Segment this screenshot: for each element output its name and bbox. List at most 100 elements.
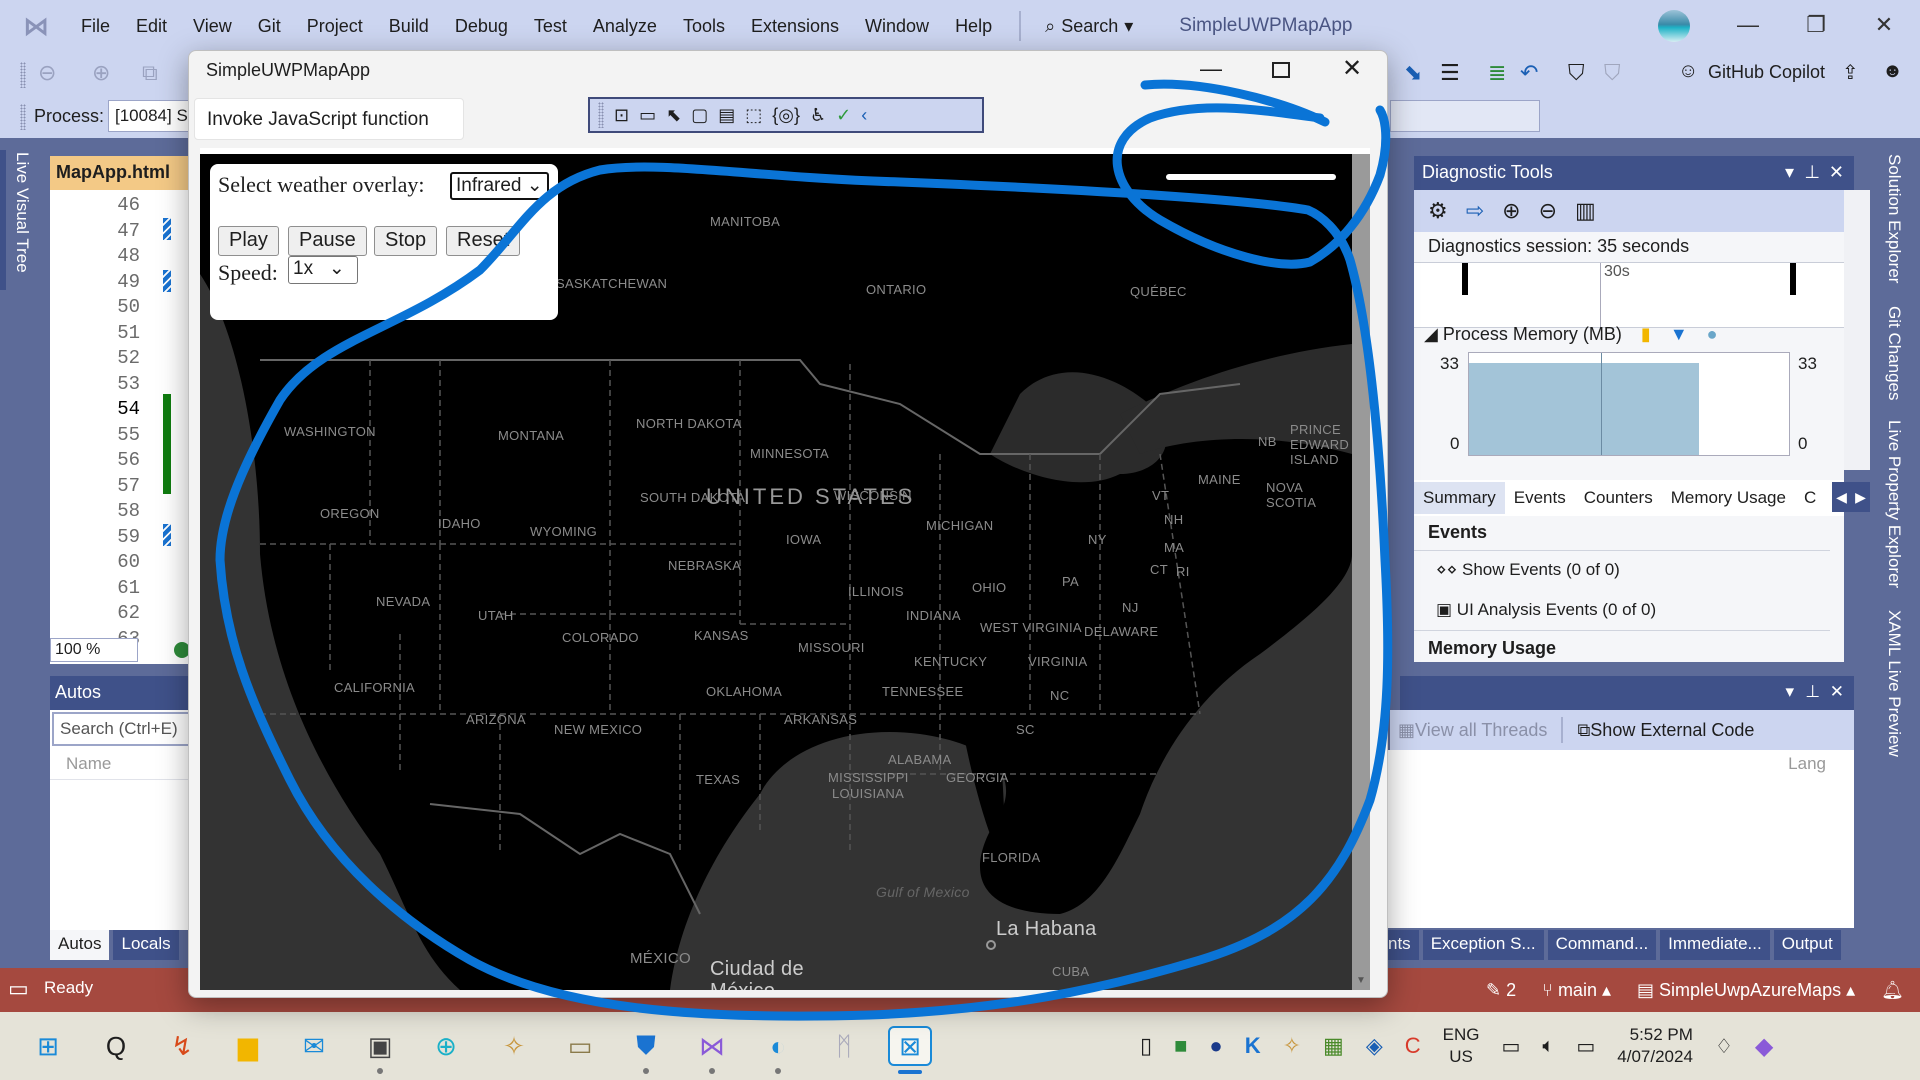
no-issues-check-icon[interactable]: ✓ — [836, 105, 851, 126]
display-adorners-icon[interactable]: ▢ — [691, 105, 708, 126]
ccleaner-icon[interactable]: C — [1405, 1033, 1421, 1059]
dropdown-icon[interactable]: ▾ — [1785, 682, 1794, 702]
volume-icon[interactable]: 🔈︎ — [1542, 1035, 1554, 1058]
git-changes-tab[interactable]: Git Changes — [1884, 306, 1904, 401]
stop-button[interactable]: Stop — [374, 226, 438, 256]
navigate-forward-icon[interactable]: ⊕ — [92, 60, 110, 86]
toolbar-grip[interactable] — [598, 102, 604, 128]
media-app-icon[interactable]: ● — [1209, 1033, 1222, 1059]
app-icon[interactable]: ↯ — [162, 1026, 202, 1066]
magnifier-app-icon[interactable]: ⊕ — [426, 1026, 466, 1066]
autos-search-input[interactable]: Search (Ctrl+E) — [52, 712, 190, 746]
menu-extensions[interactable]: Extensions — [738, 0, 852, 52]
editor-zoom-dropdown[interactable]: 100 % — [50, 638, 138, 662]
notification-snooze-icon[interactable]: ♢ — [1715, 1034, 1733, 1059]
menu-test[interactable]: Test — [521, 0, 580, 52]
column-header-name[interactable]: Name — [50, 750, 190, 780]
tab-summary[interactable]: Summary — [1414, 482, 1505, 514]
select-element-icon[interactable]: ⬉ — [666, 105, 681, 126]
ui-analysis-events-link[interactable]: ▣ UI Analysis Events (0 of 0) — [1436, 600, 1656, 620]
track-focus-icon[interactable]: ▤ — [718, 105, 735, 126]
visual-studio-logo-icon[interactable]: ⋈ — [18, 11, 54, 41]
dropdown-icon[interactable]: ▾ — [1785, 162, 1794, 183]
pause-button[interactable]: Pause — [288, 226, 367, 256]
diagnostic-scrollbar[interactable] — [1844, 190, 1870, 470]
network-tool-icon[interactable]: ◈ — [1366, 1033, 1383, 1059]
collapse-icon[interactable]: ◢ — [1424, 324, 1438, 344]
prev-bookmark-icon[interactable]: ⛉ — [1604, 60, 1621, 86]
tab-autos[interactable]: Autos — [50, 930, 110, 960]
indent-icon[interactable]: ≣ — [1488, 60, 1506, 86]
app-close-button[interactable]: ✕ — [1342, 54, 1362, 83]
show-threads-icon[interactable]: ☰ — [1440, 60, 1460, 86]
export-icon[interactable]: ⇨ — [1466, 198, 1484, 224]
live-visual-tree-tab[interactable]: Live Visual Tree — [12, 152, 32, 273]
toolbar-grip[interactable] — [20, 104, 26, 130]
tab-scroll-left-icon[interactable]: ◀ — [1836, 489, 1847, 506]
pin-icon[interactable]: ⊥ — [1805, 682, 1820, 702]
cleaner-tray-icon[interactable]: ✧ — [1283, 1033, 1301, 1059]
search-icon[interactable]: Q — [96, 1026, 136, 1066]
input-language[interactable]: ENG US — [1443, 1024, 1480, 1068]
github-copilot-button[interactable]: GitHub Copilot — [1708, 62, 1825, 83]
close-icon[interactable]: ✕ — [1829, 162, 1844, 183]
breakpoint-marker[interactable] — [163, 270, 171, 292]
column-header-lang[interactable]: Lang — [1788, 754, 1826, 774]
edge-browser-icon[interactable]: ◐ — [758, 1026, 798, 1066]
show-external-code-button[interactable]: Show External Code — [1590, 720, 1754, 741]
tab-scroll-buttons[interactable]: ◀ ▶ — [1832, 482, 1870, 512]
pending-edits[interactable]: ✎ 2 — [1486, 980, 1516, 1001]
clock[interactable]: 5:52 PM 4/07/2024 — [1617, 1024, 1693, 1068]
tab-output[interactable]: Output — [1773, 930, 1841, 960]
navigate-back-icon[interactable]: ⊖ — [38, 60, 56, 86]
menu-window[interactable]: Window — [852, 0, 942, 52]
notifications-bell-icon[interactable]: 🔔︎ — [1881, 980, 1904, 1001]
start-button-icon[interactable]: ⊞ — [28, 1026, 68, 1066]
profile-avatar[interactable] — [1658, 10, 1690, 42]
nvidia-icon[interactable]: ■ — [1174, 1033, 1187, 1059]
tab-memory-usage[interactable]: Memory Usage — [1662, 482, 1795, 514]
collapse-toolbar-icon[interactable]: ‹ — [861, 105, 867, 126]
live-visual-tree-icon[interactable]: ⊡ — [614, 105, 629, 126]
timeline-start-handle[interactable] — [1462, 263, 1468, 295]
speed-select[interactable]: 1x ⌄ — [288, 256, 358, 284]
cleaner-icon[interactable]: ✧ — [494, 1026, 534, 1066]
close-icon[interactable]: ✕ — [1830, 682, 1844, 702]
show-events-link[interactable]: ⋄⋄ Show Events (0 of 0) — [1436, 560, 1620, 580]
webview-scrollbar[interactable]: ▼ — [1352, 154, 1370, 990]
file-explorer-icon[interactable]: ▆ — [228, 1026, 268, 1066]
simpleuwpmapapp-taskbar-icon[interactable]: ⊠ — [888, 1026, 932, 1066]
tab-command-window[interactable]: Command... — [1547, 930, 1657, 960]
terminal-icon[interactable]: ▣ — [360, 1026, 400, 1066]
notification-comment-icon[interactable]: ▭ — [8, 976, 29, 1002]
binding-failures-icon[interactable]: {◎} — [772, 105, 800, 126]
invoke-javascript-button[interactable]: Invoke JavaScript function — [194, 98, 464, 140]
menu-file[interactable]: File — [68, 0, 123, 52]
audio-app-icon[interactable]: ᛗ — [824, 1026, 864, 1066]
network-icon[interactable]: ▭ — [1501, 1034, 1520, 1059]
menu-tools[interactable]: Tools — [670, 0, 738, 52]
ide-close-button[interactable]: ✕ — [1854, 0, 1914, 50]
editor-tab-mapapp-html[interactable]: MapApp.html — [50, 156, 190, 190]
tab-cpu[interactable]: C — [1795, 482, 1825, 514]
drive-tool-icon[interactable]: ▭ — [560, 1026, 600, 1066]
reset-view-icon[interactable]: ▥ — [1575, 198, 1596, 224]
app-maximize-button[interactable] — [1272, 62, 1290, 78]
menu-git[interactable]: Git — [245, 0, 294, 52]
breakpoint-marker[interactable] — [163, 524, 171, 546]
live-property-explorer-tab[interactable]: Live Property Explorer — [1884, 420, 1904, 588]
visual-studio-icon[interactable]: ⋈ — [692, 1026, 732, 1066]
solution-explorer-tab[interactable]: Solution Explorer — [1884, 154, 1904, 283]
accessibility-icon[interactable]: ♿︎ — [810, 105, 826, 126]
menu-debug[interactable]: Debug — [442, 0, 521, 52]
zoom-in-icon[interactable]: ⊕ — [1502, 198, 1520, 224]
tab-counters[interactable]: Counters — [1575, 482, 1662, 514]
timeline-end-handle[interactable] — [1790, 263, 1796, 295]
ide-restore-button[interactable]: ❐ — [1786, 0, 1846, 50]
tab-immediate-window[interactable]: Immediate... — [1660, 930, 1770, 960]
weather-overlay-select[interactable]: Infrared ⌄ — [450, 172, 549, 200]
battery-icon[interactable]: ▭ — [1576, 1034, 1595, 1059]
bookmark-icon[interactable]: ⛉ — [1568, 60, 1585, 86]
preview-selection-icon[interactable]: ⬚ — [745, 105, 762, 126]
app-minimize-button[interactable]: — — [1200, 56, 1222, 82]
